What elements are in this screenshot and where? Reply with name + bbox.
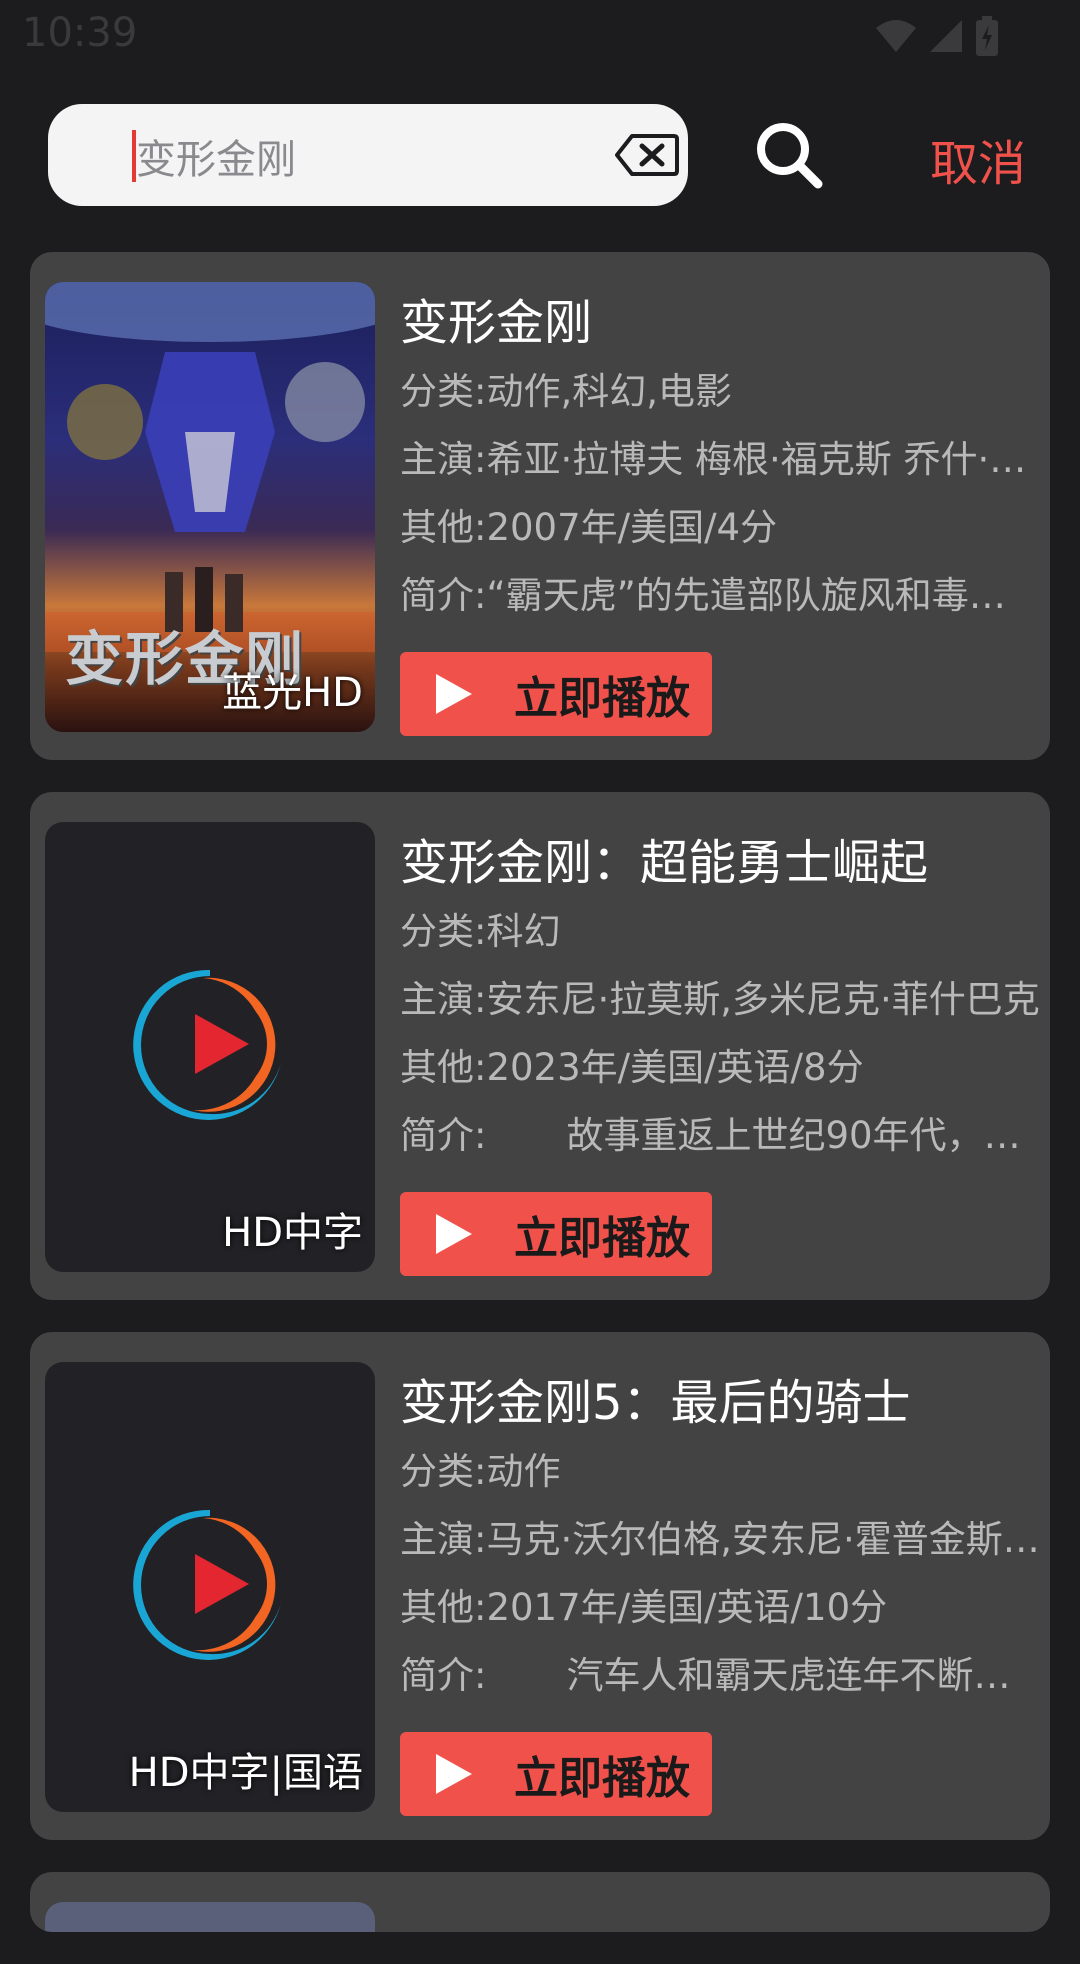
movie-other: 其他:2017年/美国/英语/10分: [400, 1586, 888, 1629]
clear-input-icon[interactable]: [614, 132, 680, 178]
movie-category: 分类:科幻: [400, 910, 561, 953]
video-app-logo-icon: [133, 969, 281, 1120]
movie-poster[interactable]: [45, 1902, 375, 1932]
result-card[interactable]: HD中字 变形金刚：超能勇士崛起 分类:科幻 主演:安东尼·拉莫斯,多米尼克·菲…: [30, 792, 1050, 1300]
movie-info: 变形金刚 分类:动作,科幻,电影 主演:希亚·拉博夫 梅根·福克斯 乔什·杜哈明…: [400, 282, 1040, 736]
result-card[interactable]: 变形金刚 蓝光HD 变形金刚 分类:动作,科幻,电影 主演:希亚·拉博夫 梅根·…: [30, 252, 1050, 760]
play-icon: [436, 674, 472, 714]
play-icon: [436, 1754, 472, 1794]
play-now-button[interactable]: 立即播放: [400, 1732, 712, 1816]
quality-badge: HD中字|国语: [128, 1750, 363, 1796]
search-results-list: 变形金刚 蓝光HD 变形金刚 分类:动作,科幻,电影 主演:希亚·拉博夫 梅根·…: [30, 252, 1050, 1964]
result-card[interactable]: HD中字|国语 变形金刚5：最后的骑士 分类:动作 主演:马克·沃尔伯格,安东尼…: [30, 1332, 1050, 1840]
video-app-logo-icon: [133, 1509, 281, 1660]
quality-badge: HD中字: [222, 1210, 363, 1256]
status-icons: [874, 16, 1000, 56]
search-input[interactable]: [134, 122, 578, 190]
play-now-label: 立即播放: [514, 1753, 690, 1804]
movie-other: 其他:2007年/美国/4分: [400, 506, 778, 549]
status-bar: 10:39: [0, 0, 1080, 70]
movie-summary: 简介: 汽车人和霸天虎连年不断的战争: [400, 1642, 1040, 1710]
movie-title[interactable]: 变形金刚：超能勇士崛起: [400, 828, 1040, 898]
quality-badge: 蓝光HD: [222, 670, 363, 716]
search-bar: 取消: [0, 104, 1080, 206]
movie-summary: 简介:“霸天虎”的先遣部队旋风和毒蝎入侵美军基地: [400, 562, 1040, 630]
search-field[interactable]: [48, 104, 688, 206]
summary-label: 简介:: [400, 1654, 487, 1697]
movie-title[interactable]: 变形金刚: [400, 288, 1040, 358]
summary-label: 简介:: [400, 1114, 487, 1157]
battery-icon: [976, 16, 998, 56]
movie-other: 其他:2023年/美国/英语/8分: [400, 1046, 864, 1089]
movie-poster[interactable]: HD中字: [45, 822, 375, 1272]
summary-text: 汽车人和霸天虎连年不断的战争: [566, 1654, 1040, 1697]
play-now-button[interactable]: 立即播放: [400, 1192, 712, 1276]
play-now-label: 立即播放: [514, 673, 690, 724]
movie-title[interactable]: 变形金刚5：最后的骑士: [400, 1368, 1040, 1438]
play-now-button[interactable]: 立即播放: [400, 652, 712, 736]
play-now-label: 立即播放: [514, 1213, 690, 1264]
play-icon: [436, 1214, 472, 1254]
movie-info: 变形金刚：超能勇士崛起 分类:科幻 主演:安东尼·拉莫斯,多米尼克·菲什巴克 其…: [400, 822, 1040, 1276]
status-time: 10:39: [22, 10, 138, 56]
movie-info: 变形金刚5：最后的骑士 分类:动作 主演:马克·沃尔伯格,安东尼·霍普金斯,劳拉…: [400, 1362, 1040, 1816]
summary-text: “霸天虎”的先遣部队旋风和毒蝎入侵美军基地: [486, 574, 1040, 617]
movie-cast: 主演:马克·沃尔伯格,安东尼·霍普金斯,劳拉·哈德克: [400, 1518, 1040, 1561]
search-icon[interactable]: [754, 120, 824, 190]
wifi-icon: [876, 20, 916, 52]
movie-poster[interactable]: 变形金刚 蓝光HD: [45, 282, 375, 732]
movie-cast: 主演:安东尼·拉莫斯,多米尼克·菲什巴克: [400, 978, 1040, 1021]
summary-text: 故事重返上世纪90年代，擎天柱带领汽车人: [566, 1114, 1040, 1157]
movie-category: 分类:动作: [400, 1450, 561, 1493]
cancel-button[interactable]: 取消: [930, 124, 1026, 194]
movie-cast: 主演:希亚·拉博夫 梅根·福克斯 乔什·杜哈明: [400, 438, 1040, 481]
summary-label: 简介:: [400, 574, 487, 617]
movie-category: 分类:动作,科幻,电影: [400, 370, 732, 413]
signal-icon: [930, 20, 962, 52]
movie-summary: 简介: 故事重返上世纪90年代，擎天柱带领汽车人: [400, 1102, 1040, 1170]
result-card-partial[interactable]: [30, 1872, 1050, 1932]
movie-poster[interactable]: HD中字|国语: [45, 1362, 375, 1812]
